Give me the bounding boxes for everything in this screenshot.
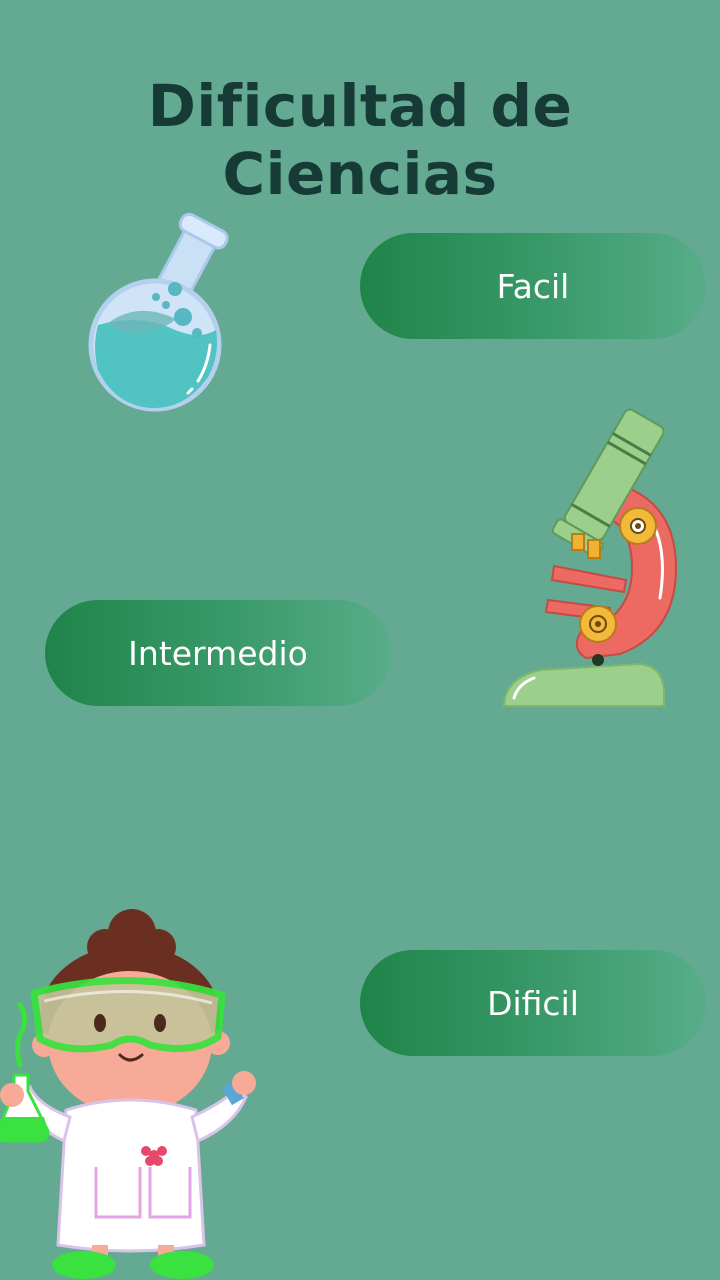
easy-button[interactable]: Facil	[360, 233, 706, 339]
microscope-icon	[503, 408, 678, 707]
page-title: Dificultad de Ciencias	[147, 72, 573, 208]
girl-scientist-illustration	[0, 909, 256, 1279]
round-flask-icon	[88, 212, 229, 412]
hard-button[interactable]: Dificil	[360, 950, 706, 1056]
medium-button[interactable]: Intermedio	[45, 600, 391, 706]
